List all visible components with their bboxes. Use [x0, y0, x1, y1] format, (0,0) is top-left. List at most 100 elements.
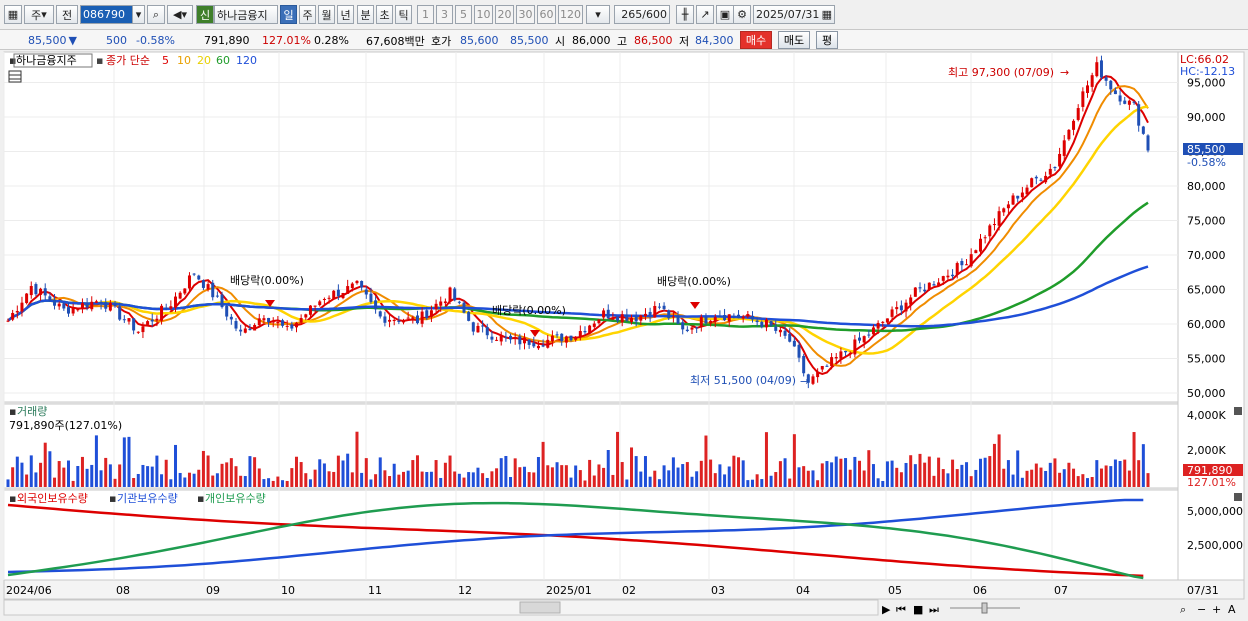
volume-bar [327, 471, 331, 487]
interval-dropdown-icon[interactable]: ▾ [586, 5, 610, 24]
stock-name-field[interactable]: 하나금융지 [214, 5, 278, 24]
search-icon[interactable]: ⌕ [147, 5, 165, 24]
volume-bar [127, 436, 131, 487]
buy-button[interactable]: 매수 [740, 31, 772, 49]
table-icon[interactable] [8, 70, 22, 83]
zoom-slider-handle[interactable] [981, 602, 988, 614]
interval-20[interactable]: 20 [495, 5, 514, 24]
ma5-label: 5 [162, 54, 169, 67]
stock-code-input[interactable]: 086790 [80, 5, 140, 24]
candle-body [174, 296, 178, 308]
calendar-icon[interactable]: ▦ [822, 8, 834, 21]
candle-body [1058, 153, 1062, 167]
tab-period-minute[interactable]: 분 [357, 5, 374, 24]
ask-price: 85,600 [460, 34, 499, 47]
interval-120[interactable]: 120 [558, 5, 583, 24]
count-value: 265 [621, 8, 643, 21]
count-input[interactable]: 265/600 [614, 5, 670, 24]
candle-type-icon[interactable]: ╫ [676, 5, 694, 24]
volume-bar [569, 477, 573, 487]
interval-10[interactable]: 10 [474, 5, 493, 24]
layout-icon[interactable]: ▦ [4, 5, 22, 24]
eval-button[interactable]: 평 [816, 31, 838, 49]
next-icon[interactable]: ⏭ [929, 603, 939, 616]
candle-body [248, 328, 252, 331]
candle-body [1146, 135, 1150, 151]
volume-bar [192, 473, 196, 487]
interval-60[interactable]: 60 [537, 5, 556, 24]
volume-bar [6, 479, 10, 487]
volume-ratio: 127.01% [262, 34, 311, 47]
volume-bar [374, 474, 378, 487]
sell-button[interactable]: 매도 [778, 31, 810, 49]
foreign-holdings-label: 외국인보유수량 [17, 492, 88, 505]
volume-bar [397, 474, 401, 487]
tab-period-month[interactable]: 월 [318, 5, 335, 24]
period-menu[interactable]: 주 ▾ [24, 5, 54, 24]
price-tick: 50,000 [1187, 387, 1226, 400]
volume-bar [844, 458, 848, 487]
candle-body [699, 316, 703, 327]
interval-3[interactable]: 3 [436, 5, 453, 24]
candle-body [1062, 140, 1066, 156]
volume-bar [737, 457, 741, 487]
volume-bar [211, 475, 215, 487]
candle-body [1030, 178, 1034, 188]
volume-bar [364, 458, 368, 487]
volume-bar [20, 462, 24, 487]
candle-body [653, 305, 657, 318]
tab-period-week[interactable]: 주 [299, 5, 316, 24]
candle-body [611, 318, 615, 320]
interval-5[interactable]: 5 [455, 5, 472, 24]
zoom-out-icon[interactable]: − [1197, 603, 1206, 616]
speaker-icon[interactable]: ◀▾ [167, 5, 193, 24]
open-price: 86,000 [572, 34, 611, 47]
prev-icon[interactable]: ⏮ [896, 603, 906, 616]
stop-icon[interactable]: ■ [913, 603, 923, 616]
candle-body [909, 297, 913, 305]
code-dropdown-icon[interactable]: ▾ [132, 5, 145, 24]
zoom-in-icon[interactable]: + [1212, 603, 1221, 616]
volume-bar [346, 453, 350, 487]
gear-icon[interactable]: ⚙ [733, 5, 751, 24]
candle-body [378, 311, 382, 317]
candle-body [546, 339, 550, 348]
save-icon[interactable]: ▣ [716, 5, 734, 24]
max-price-label: 최고 97,300 (07/09) [948, 66, 1054, 79]
volume-bar [420, 471, 424, 487]
tab-period-second[interactable]: 초 [376, 5, 393, 24]
candle-body [848, 352, 852, 354]
candle-body [243, 328, 247, 333]
date-field[interactable]: 2025/07/31 ▦ [753, 5, 835, 24]
volume-bar [732, 455, 736, 487]
zoom-icon[interactable]: ⌕ [1180, 603, 1186, 616]
price-panel[interactable] [3, 51, 1179, 403]
stock-chart[interactable]: 95,00090,00085,00080,00075,00070,00065,0… [0, 50, 1248, 621]
text-tool-icon[interactable]: A [1228, 603, 1236, 616]
tab-period-tick[interactable]: 틱 [395, 5, 412, 24]
volume-bar [750, 479, 754, 487]
interval-30[interactable]: 30 [516, 5, 535, 24]
volume-bar [602, 467, 606, 487]
candle-body [741, 316, 745, 319]
draw-tool-icon[interactable]: ↗ [696, 5, 714, 24]
volume-bar [471, 472, 475, 487]
candle-body [690, 327, 694, 330]
count-max: /600 [642, 8, 667, 21]
scrollbar-track[interactable] [3, 599, 879, 616]
all-menu[interactable]: 전 [56, 5, 78, 24]
interval-1[interactable]: 1 [417, 5, 434, 24]
dividend-label-1: 배당락(0.00%) [230, 274, 304, 287]
holdings-close-icon[interactable] [1234, 493, 1242, 501]
volume-close-icon[interactable] [1234, 407, 1242, 415]
volume-bar [839, 458, 843, 487]
dividend-label-3: 배당락(0.00%) [657, 275, 731, 288]
tab-period-day[interactable]: 일 [280, 5, 297, 24]
scroll-right-icon[interactable]: ▶ [882, 603, 891, 616]
scrollbar-thumb[interactable] [519, 601, 561, 614]
volume-bar [39, 462, 43, 487]
volume-bar [816, 480, 820, 487]
tab-period-year[interactable]: 년 [337, 5, 354, 24]
volume-bar [332, 471, 336, 487]
volume-bar [71, 480, 75, 487]
